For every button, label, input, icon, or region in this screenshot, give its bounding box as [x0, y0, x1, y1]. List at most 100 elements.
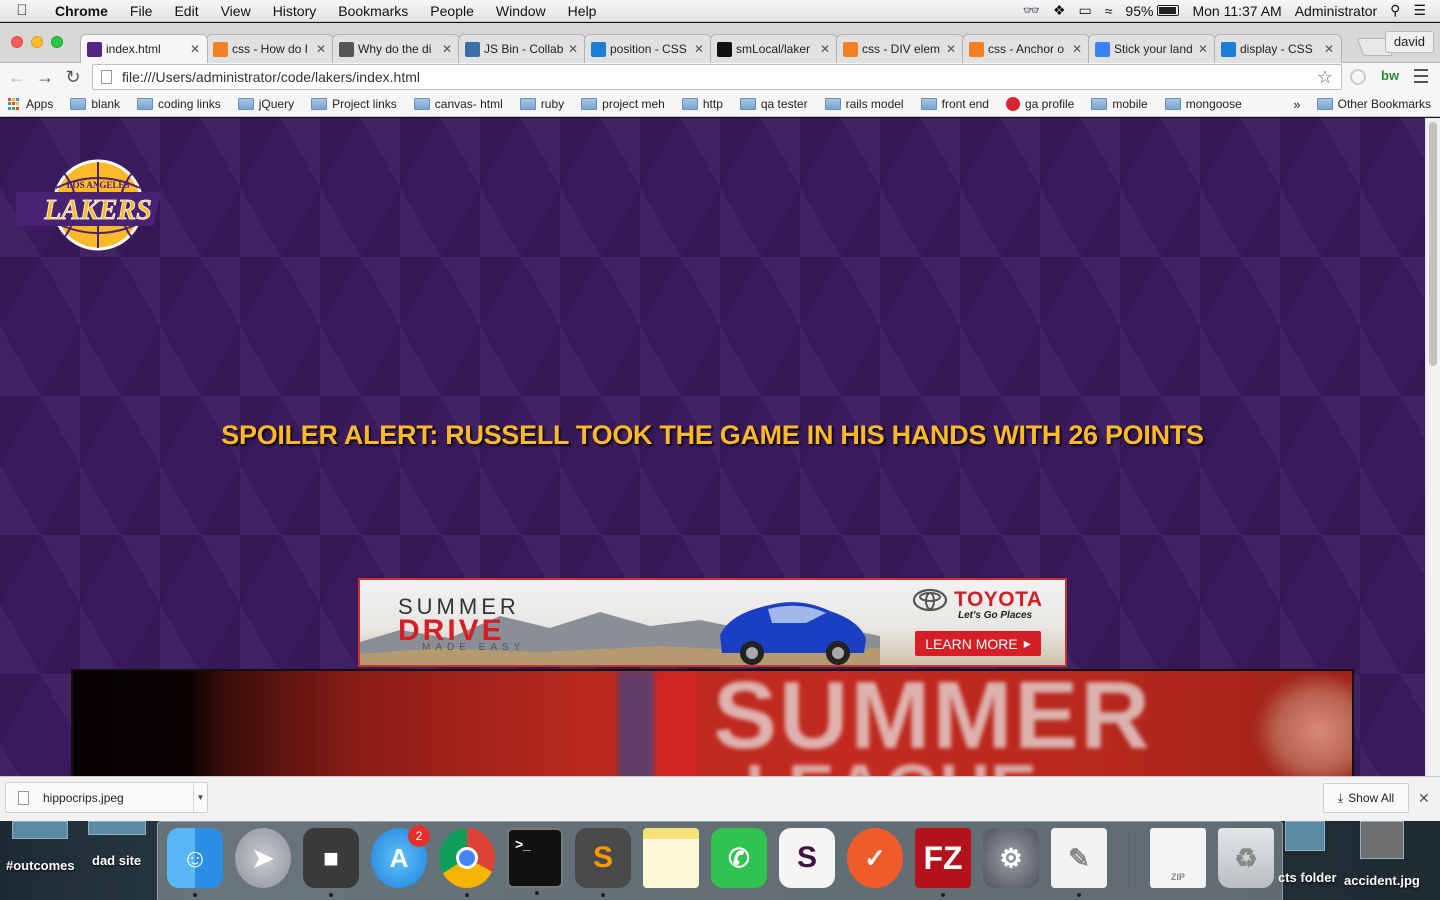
download-item[interactable]: hippocrips.jpeg ▼ — [5, 782, 208, 813]
forward-arrow-icon[interactable]: → — [31, 67, 59, 88]
tab-1[interactable]: css - How do I ✕ — [206, 34, 334, 63]
bookmark-jquery[interactable]: jQuery — [230, 97, 303, 111]
apple-menu-icon[interactable]:  — [0, 2, 44, 19]
desktop-icon-dad-site[interactable]: dad site — [92, 853, 141, 868]
slack-icon[interactable]: S — [779, 828, 835, 888]
finder-icon[interactable]: ☺ — [167, 828, 223, 897]
postman-icon[interactable]: ✓ — [847, 828, 903, 888]
tab-3[interactable]: JS Bin - Collab ✕ — [458, 34, 586, 63]
bookmark-other-bookmarks[interactable]: Other Bookmarks — [1309, 97, 1440, 111]
sublime-text-icon[interactable]: S — [575, 828, 631, 897]
notification-center-icon[interactable]: ☰ — [1413, 2, 1426, 19]
reload-icon[interactable]: ↻ — [59, 67, 87, 88]
extension-bw-icon[interactable]: bw — [1381, 68, 1399, 83]
menu-bookmarks[interactable]: Bookmarks — [327, 3, 419, 19]
bookmark-rails-model[interactable]: rails model — [817, 97, 913, 111]
spotlight-search-icon[interactable]: ⚲ — [1390, 2, 1400, 19]
close-download-bar-icon[interactable]: ✕ — [1418, 790, 1430, 807]
desktop-icon-outcomes[interactable]: #outcomes — [6, 858, 75, 873]
bookmark-project-meh[interactable]: project meh — [573, 97, 674, 111]
zip-file-icon[interactable]: ZIP — [1150, 828, 1206, 888]
minimize-window-button[interactable] — [31, 36, 43, 48]
menu-history[interactable]: History — [262, 3, 328, 19]
chrome-menu-icon[interactable] — [1414, 69, 1428, 87]
user-menu[interactable]: Administrator — [1295, 3, 1377, 19]
menu-view[interactable]: View — [210, 3, 262, 19]
launchpad-icon[interactable]: ➤ — [235, 828, 291, 888]
profile-button[interactable]: david — [1384, 31, 1434, 53]
chrome-icon[interactable] — [439, 828, 495, 897]
menu-edit[interactable]: Edit — [163, 3, 209, 19]
screen-recorder-icon[interactable]: ■ — [303, 828, 359, 897]
tab-0[interactable]: index.html ✕ — [80, 34, 208, 63]
bookmark-blank[interactable]: blank — [62, 97, 129, 111]
bookmark-front-end[interactable]: front end — [913, 97, 998, 111]
bookmark-mobile[interactable]: mobile — [1083, 97, 1156, 111]
bookmark-qa-tester[interactable]: qa tester — [732, 97, 817, 111]
clock[interactable]: Mon 11:37 AM — [1192, 3, 1281, 19]
lakers-logo[interactable]: LOS ANGELES LAKERS — [16, 158, 168, 254]
bookmarks-overflow-button[interactable]: » — [1285, 97, 1308, 112]
bookmark-http[interactable]: http — [674, 97, 732, 111]
close-window-button[interactable] — [11, 36, 23, 48]
bookmark-star-icon[interactable]: ☆ — [1317, 67, 1333, 88]
zoom-window-button[interactable] — [51, 36, 63, 48]
dropbox-icon[interactable]: ❖ — [1053, 2, 1066, 19]
desktop-folder-icon[interactable] — [12, 821, 68, 839]
close-tab-icon[interactable]: ✕ — [693, 42, 705, 56]
airplay-icon[interactable]: ▭ — [1079, 2, 1092, 19]
show-all-downloads-button[interactable]: ⤓ Show All — [1323, 783, 1409, 813]
close-tab-icon[interactable]: ✕ — [189, 42, 201, 56]
tab-7[interactable]: css - Anchor o ✕ — [962, 34, 1090, 63]
tab-6[interactable]: css - DIV elem ✕ — [836, 34, 964, 63]
glasses-icon[interactable]: 👓 — [1023, 2, 1040, 19]
close-tab-icon[interactable]: ✕ — [1323, 42, 1335, 56]
back-arrow-icon[interactable]: ← — [3, 67, 31, 88]
battery-indicator[interactable]: 95% — [1125, 3, 1180, 19]
wifi-icon[interactable]: ≈ — [1105, 3, 1113, 19]
close-tab-icon[interactable]: ✕ — [1197, 42, 1209, 56]
notes-icon[interactable] — [643, 828, 699, 888]
bookmark-ga-profile[interactable]: ga profile — [998, 97, 1083, 111]
filezilla-icon[interactable]: FZ — [915, 828, 971, 897]
bookmark-canvas-html[interactable]: canvas- html — [406, 97, 512, 111]
facetime-icon[interactable]: ✆ — [711, 828, 767, 888]
desktop-icon-projects-folder[interactable]: cts folder — [1278, 870, 1337, 885]
toyota-ad-banner[interactable]: SUMMER DRIVE MADE EASY TOYOTA Let's Go P… — [358, 578, 1067, 667]
app-store-icon[interactable]: A2 — [371, 825, 430, 888]
scrollbar-thumb[interactable] — [1429, 122, 1437, 366]
desktop-icon-accident-jpg[interactable]: accident.jpg — [1344, 873, 1420, 888]
menu-help[interactable]: Help — [557, 3, 608, 19]
bookmark-ruby[interactable]: ruby — [512, 97, 573, 111]
bookmark-mongoose[interactable]: mongoose — [1157, 97, 1251, 111]
menu-window[interactable]: Window — [485, 3, 557, 19]
bookmark-coding-links[interactable]: coding links — [129, 97, 230, 111]
summer-league-video[interactable]: SUMMER LEAGUE — [71, 669, 1354, 776]
close-tab-icon[interactable]: ✕ — [441, 42, 453, 56]
bookmark-project-links[interactable]: Project links — [303, 97, 406, 111]
terminal-icon[interactable]: >_ — [507, 828, 563, 895]
learn-more-button[interactable]: LEARN MORE ▸ — [915, 631, 1041, 656]
menu-people[interactable]: People — [419, 3, 485, 19]
system-preferences-icon[interactable]: ⚙ — [983, 828, 1039, 888]
close-tab-icon[interactable]: ✕ — [945, 42, 957, 56]
download-menu-chevron-icon[interactable]: ▼ — [193, 783, 207, 812]
textedit-icon[interactable]: ✎ — [1051, 828, 1107, 897]
tab-4[interactable]: position - CSS ✕ — [584, 34, 712, 63]
bookmark-apps[interactable]: Apps — [0, 97, 62, 111]
close-tab-icon[interactable]: ✕ — [819, 42, 831, 56]
desktop-image-thumbnail[interactable] — [1360, 821, 1404, 859]
page-scrollbar[interactable] — [1425, 118, 1440, 776]
menu-file[interactable]: File — [119, 3, 164, 19]
tab-2[interactable]: Why do the di ✕ — [332, 34, 460, 63]
trash-icon[interactable]: ♻ — [1218, 828, 1274, 888]
tab-9[interactable]: display - CSS ✕ — [1214, 34, 1342, 63]
menu-app-name[interactable]: Chrome — [44, 3, 119, 19]
tab-5[interactable]: smLocal/laker ✕ — [710, 34, 838, 63]
close-tab-icon[interactable]: ✕ — [1071, 42, 1083, 56]
address-bar[interactable]: file:///Users/administrator/code/lakers/… — [92, 64, 1342, 90]
desktop-folder-icon[interactable] — [88, 821, 146, 835]
tab-8[interactable]: Stick your land ✕ — [1088, 34, 1216, 63]
close-tab-icon[interactable]: ✕ — [315, 42, 327, 56]
desktop-folder-icon[interactable] — [1285, 821, 1325, 851]
